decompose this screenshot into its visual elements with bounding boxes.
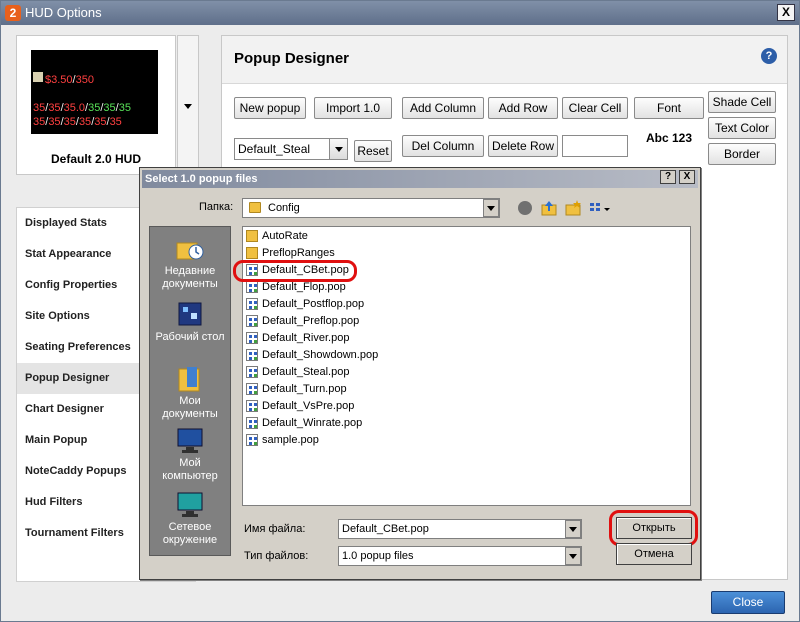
place-desktop[interactable]: Рабочий стол [150,301,230,344]
popup-select-value: Default_Steal [238,142,311,156]
filename-combo[interactable]: Default_CBet.pop [338,519,582,539]
list-item[interactable]: Default_Postflop.pop [245,296,364,312]
file-icon [246,383,258,395]
title-bar: 2 HUD Options X [1,1,799,25]
my-documents-icon [178,367,200,392]
list-item[interactable]: Default_Preflop.pop [245,313,359,329]
add-column-button[interactable]: Add Column [402,97,484,119]
file-list: AutoRate PreflopRanges Default_CBet.pop … [233,226,691,506]
my-computer-icon [177,428,203,453]
back-icon[interactable] [516,199,534,217]
dialog-title: Select 1.0 popup files [142,170,698,188]
file-icon [246,315,258,327]
filetype-value: 1.0 popup files [342,550,414,562]
list-item[interactable]: Default_VsPre.pop [245,398,354,414]
list-item[interactable]: sample.pop [245,432,319,448]
chevron-down-icon [483,199,499,217]
reset-button[interactable]: Reset [354,140,392,162]
folder-icon [249,202,261,213]
window-title: HUD Options [25,5,102,20]
file-icon [246,417,258,429]
place-my-documents[interactable]: Мои документы [150,365,230,421]
filetype-label: Тип файлов: [244,550,309,562]
new-folder-icon[interactable] [564,199,582,217]
list-item[interactable]: PreflopRanges [245,245,335,261]
recent-documents-icon [176,242,204,260]
file-icon [246,366,258,378]
chevron-down-icon [565,520,581,538]
hud-row-3: 35/35/35/35/35/35 [33,116,122,128]
font-button[interactable]: Font [634,97,704,119]
folder-label: Папка: [199,201,234,213]
panel-header: Popup Designer ? [222,36,787,84]
popup-select[interactable]: Default_Steal [234,138,348,160]
cancel-button[interactable]: Отмена [616,543,692,565]
app-icon: 2 [5,5,21,21]
clear-cell-button[interactable]: Clear Cell [562,97,628,119]
hud-row-1: $3.50/350 [45,74,94,86]
filename-value: Default_CBet.pop [342,523,429,535]
network-icon [177,492,203,517]
window-close-button[interactable]: X [777,4,795,21]
list-item[interactable]: Default_River.pop [245,330,349,346]
list-item[interactable]: Default_Winrate.pop [245,415,362,431]
hud-row-2: 35/35/35.0/35/35/35 [33,102,131,114]
cell-text-input[interactable] [562,135,628,157]
highlight-ring [609,510,698,546]
list-item[interactable]: AutoRate [245,228,308,244]
new-popup-button[interactable]: New popup [234,97,306,119]
filetype-combo[interactable]: 1.0 popup files [338,546,582,566]
delete-row-button[interactable]: Delete Row [488,135,558,157]
hud-options-window: 2 HUD Options X $3.50/350 35/35/35.0/35/… [0,0,800,622]
hud-preview-image: $3.50/350 35/35/35.0/35/35/35 35/35/35/3… [31,50,158,134]
place-network[interactable]: Сетевое окружение [150,491,230,547]
file-icon [246,298,258,310]
view-menu-icon[interactable] [588,199,612,217]
chevron-down-icon [184,104,192,109]
card-icon [33,72,43,82]
file-icon [246,349,258,361]
add-row-button[interactable]: Add Row [488,97,558,119]
list-item[interactable]: Default_Turn.pop [245,381,347,397]
font-sample: Abc 123 [646,131,693,145]
shade-cell-button[interactable]: Shade Cell [708,91,776,113]
text-color-button[interactable]: Text Color [708,117,776,139]
panel-title: Popup Designer [234,50,350,67]
place-recent[interactable]: Недавние документы [150,235,230,291]
file-icon [246,434,258,446]
filename-label: Имя файла: [244,523,306,535]
file-icon [246,281,258,293]
dialog-help-button[interactable]: ? [660,170,676,184]
highlight-ring [233,260,357,282]
up-folder-icon[interactable] [540,199,558,217]
file-icon [246,400,258,412]
hud-name: Default 2.0 HUD [50,152,142,166]
import-button[interactable]: Import 1.0 [314,97,392,119]
folder-icon [246,247,258,259]
del-column-button[interactable]: Del Column [402,135,484,157]
desktop-icon [178,302,202,326]
help-icon[interactable]: ? [761,48,777,64]
place-my-computer[interactable]: Мой компьютер [150,427,230,483]
close-button[interactable]: Close [711,591,785,614]
chevron-down-icon [329,139,347,159]
dialog-close-button[interactable]: X [679,170,695,184]
list-item[interactable]: Default_Steal.pop [245,364,349,380]
folder-combo[interactable]: Config [242,198,500,218]
list-item[interactable]: Default_Showdown.pop [245,347,378,363]
places-bar: Недавние документы Рабочий стол Мои доку… [149,226,231,556]
hud-preview[interactable]: $3.50/350 35/35/35.0/35/35/35 35/35/35/3… [16,35,176,175]
file-icon [246,332,258,344]
border-button[interactable]: Border [708,143,776,165]
select-popup-files-dialog: Select 1.0 popup files ? X Папка: Config… [139,167,701,580]
chevron-down-icon [565,547,581,565]
folder-icon [246,230,258,242]
hud-select-dropdown[interactable] [177,35,199,175]
